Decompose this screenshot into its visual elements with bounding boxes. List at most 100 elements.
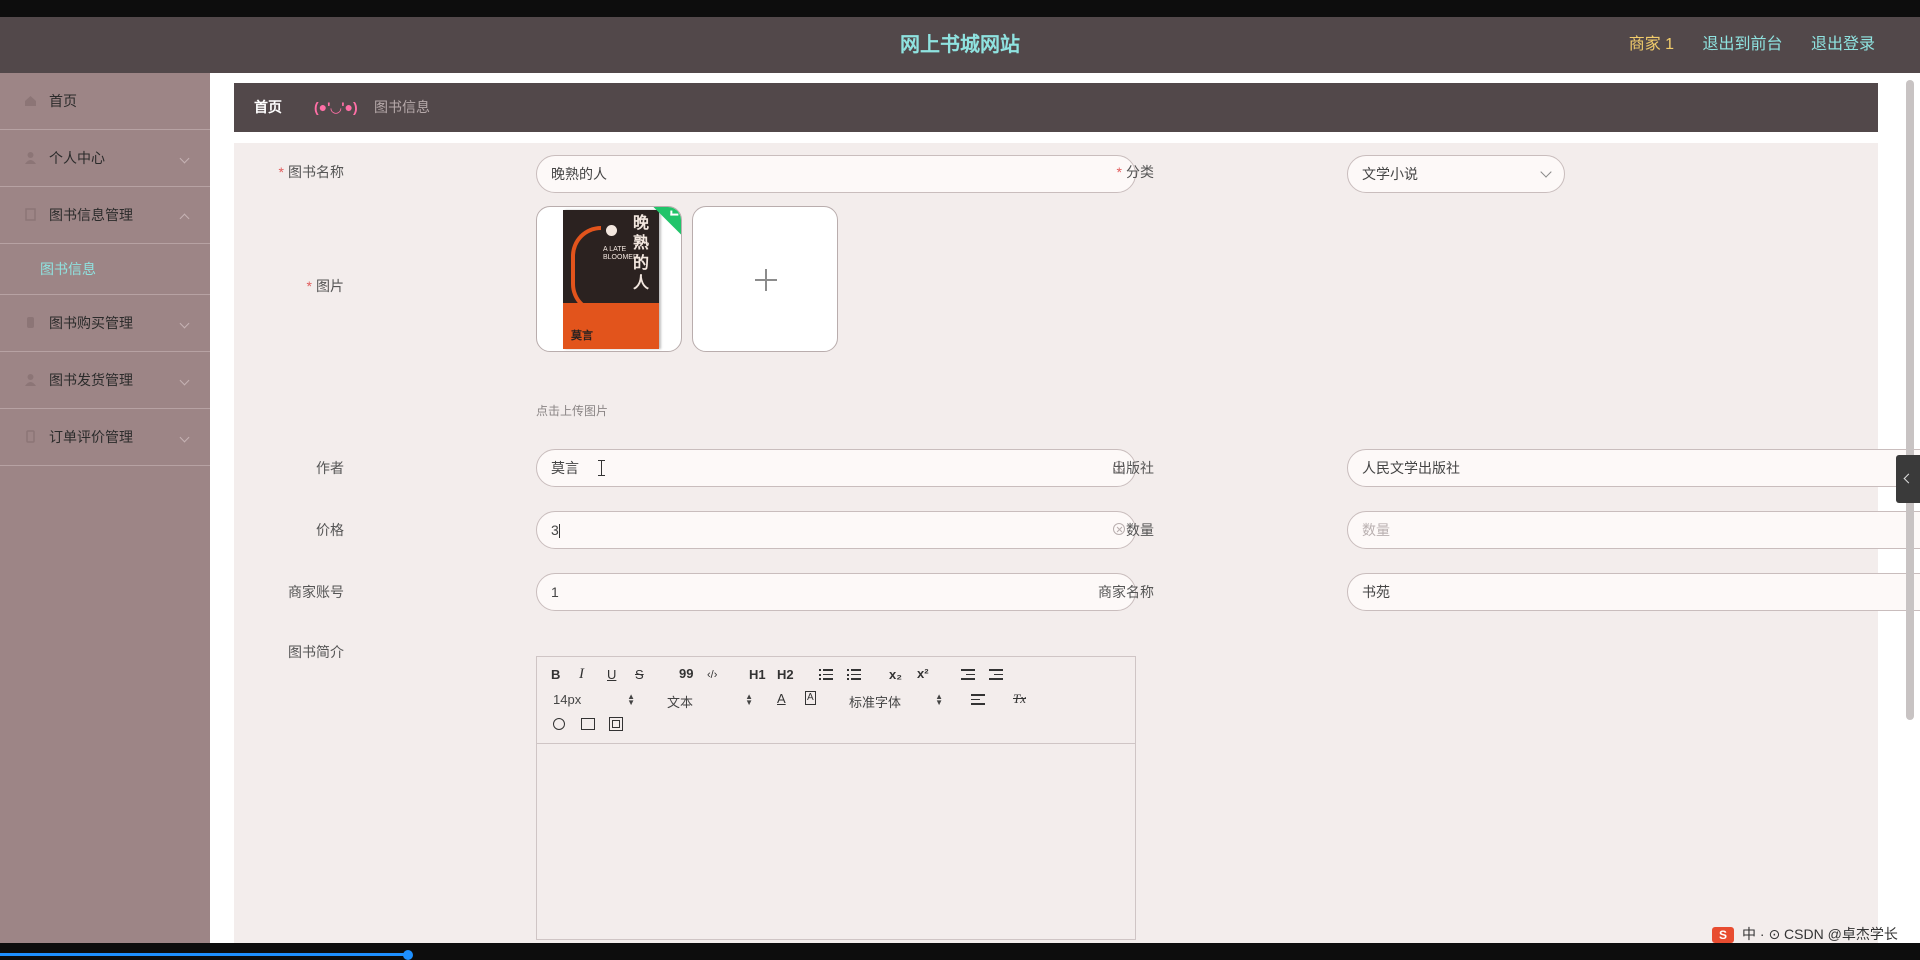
text-color-button[interactable]: A: [777, 691, 786, 707]
book-cover-image: 晚熟的人 A LATE BLOOMER 莫言: [563, 210, 659, 349]
heading-select[interactable]: 文本 ▲ ▼: [667, 692, 753, 711]
cover-curve: [571, 226, 601, 314]
chevron-down-icon: [179, 432, 190, 443]
quantity-label: 数量: [1126, 522, 1154, 538]
main-content: 首页 (●'◡'●) 图书信息 * 图书名称 晚熟的人 * 分类 文学小说 * 图片 …: [210, 73, 1920, 943]
align-left-icon[interactable]: [971, 694, 985, 705]
publisher-input[interactable]: 人民文学出版社: [1347, 449, 1920, 487]
progress-handle[interactable]: [403, 950, 413, 960]
chevron-down-icon: [179, 318, 190, 329]
merchant-account-label: 商家账号: [288, 584, 344, 600]
superscript-button[interactable]: x²: [917, 666, 929, 682]
font-size-value: 14px: [553, 692, 582, 707]
blockquote-button[interactable]: 99: [679, 666, 693, 682]
author-value: 莫言: [551, 460, 579, 476]
breadcrumb-separator: (●'◡'●): [314, 99, 358, 115]
font-family-select[interactable]: 标准字体 ▲ ▼: [849, 692, 943, 711]
link-icon[interactable]: [550, 715, 568, 733]
header-links: 商家 1 退出到前台 退出登录: [1605, 17, 1875, 73]
updown-icon: ▲ ▼: [745, 692, 753, 707]
sidebar-subitem-book-info[interactable]: 图书信息: [0, 244, 210, 295]
uploaded-image[interactable]: 晚熟的人 A LATE BLOOMER 莫言: [536, 206, 682, 352]
sidebar-item-book-info-management[interactable]: 图书信息管理: [0, 187, 210, 244]
video-icon[interactable]: [609, 717, 623, 731]
ordered-list-icon[interactable]: [819, 669, 833, 680]
merchant-name-label: 商家名称: [1098, 584, 1154, 600]
strike-button[interactable]: S: [635, 667, 644, 683]
sidebar-item-label: 个人中心: [49, 150, 105, 166]
image-icon[interactable]: [581, 718, 595, 730]
heading-value: 文本: [667, 695, 694, 710]
sidebar-item-shipping-management[interactable]: 图书发货管理: [0, 352, 210, 409]
watermark-text: 中 · ⊙ CSDN @卓杰学长: [1742, 926, 1898, 942]
logout-link[interactable]: 退出登录: [1811, 36, 1875, 53]
cover-english: A LATE BLOOMER: [603, 246, 639, 261]
watermark: S 中 · ⊙ CSDN @卓杰学长: [1712, 924, 1898, 944]
publisher-label: 出版社: [1112, 460, 1154, 476]
document-icon: [26, 430, 35, 443]
plus-icon-vertical: [765, 269, 767, 291]
price-value: 3: [551, 522, 559, 538]
editor-toolbar: B I U S 99 ‹/› H1 H2 x₂ x² 14px ▲ ▼ 文本 ▲ ▼…: [537, 657, 1135, 744]
video-progress-bar[interactable]: [0, 953, 410, 956]
merchant-user: 商家 1: [1628, 36, 1675, 53]
cover-author: 莫言: [571, 330, 593, 342]
breadcrumb-current: 图书信息: [374, 99, 430, 115]
upload-hint: 点击上传图片: [536, 404, 609, 418]
sidebar-item-label: 图书购买管理: [49, 315, 133, 331]
top-black-bar: [0, 0, 1920, 17]
exit-to-front-link[interactable]: 退出到前台: [1703, 36, 1783, 53]
sidebar-item-label: 首页: [49, 93, 77, 109]
outdent-icon[interactable]: [961, 669, 975, 680]
sidebar-item-review-management[interactable]: 订单评价管理: [0, 409, 210, 466]
breadcrumb-home[interactable]: 首页: [254, 83, 282, 132]
category-label: * 分类: [1116, 164, 1154, 180]
page-scrollbar[interactable]: [1906, 80, 1914, 720]
ime-s-icon: S: [1712, 927, 1734, 943]
h1-button[interactable]: H1: [749, 667, 766, 683]
updown-icon: ▲ ▼: [627, 692, 635, 707]
user-icon: [25, 152, 36, 164]
merchant-name-input[interactable]: 书苑: [1347, 573, 1920, 611]
updown-icon: ▲ ▼: [935, 692, 943, 707]
chevron-down-icon: [179, 153, 190, 164]
image-label: * 图片: [306, 278, 344, 294]
sidebar: 首页 个人中心 图书信息管理 图书信息 图书购买管理 图书发货管理 订单评价管理: [0, 73, 210, 943]
sidebar-item-home[interactable]: 首页: [0, 73, 210, 130]
italic-button[interactable]: I: [579, 666, 584, 682]
bottom-black-bar: [0, 943, 1920, 960]
price-label: 价格: [316, 522, 344, 538]
top-header: 网上书城网站 商家 1 退出到前台 退出登录: [0, 17, 1920, 73]
clear-format-button[interactable]: Tx: [1013, 691, 1026, 707]
sidebar-item-purchase-management[interactable]: 图书购买管理: [0, 295, 210, 352]
intro-label: 图书简介: [288, 644, 344, 660]
text-cursor-icon: [598, 460, 605, 476]
author-label: 作者: [316, 460, 344, 476]
collapse-panel-button[interactable]: [1896, 455, 1920, 503]
book-name-label: * 图书名称: [278, 164, 344, 180]
sidebar-item-personal-center[interactable]: 个人中心: [0, 130, 210, 187]
font-size-select[interactable]: 14px ▲ ▼: [553, 692, 635, 707]
breadcrumb: 首页 (●'◡'●) 图书信息: [234, 83, 1878, 132]
code-button[interactable]: ‹/›: [707, 667, 717, 683]
bullet-list-icon[interactable]: [847, 669, 861, 680]
user-icon: [25, 374, 36, 386]
subscript-button[interactable]: x₂: [889, 667, 902, 683]
highlight-color-button[interactable]: A: [805, 691, 816, 705]
bold-button[interactable]: B: [551, 667, 560, 683]
font-family-value: 标准字体: [849, 695, 902, 710]
indent-icon[interactable]: [989, 669, 1003, 680]
sidebar-item-label: 图书发货管理: [49, 372, 133, 388]
home-icon: [25, 96, 36, 106]
chevron-up-icon: [179, 213, 190, 224]
caret: [558, 524, 560, 539]
quantity-input[interactable]: 数量: [1347, 511, 1920, 549]
chevron-down-icon: [1540, 166, 1552, 178]
rich-text-editor[interactable]: B I U S 99 ‹/› H1 H2 x₂ x² 14px ▲ ▼ 文本 ▲ ▼…: [536, 656, 1136, 940]
h2-button[interactable]: H2: [777, 667, 794, 683]
underline-button[interactable]: U: [607, 667, 616, 683]
category-select[interactable]: 文学小说: [1347, 155, 1565, 193]
cover-dot: [606, 225, 617, 236]
upload-button[interactable]: [692, 206, 838, 352]
book-icon: [25, 208, 36, 221]
